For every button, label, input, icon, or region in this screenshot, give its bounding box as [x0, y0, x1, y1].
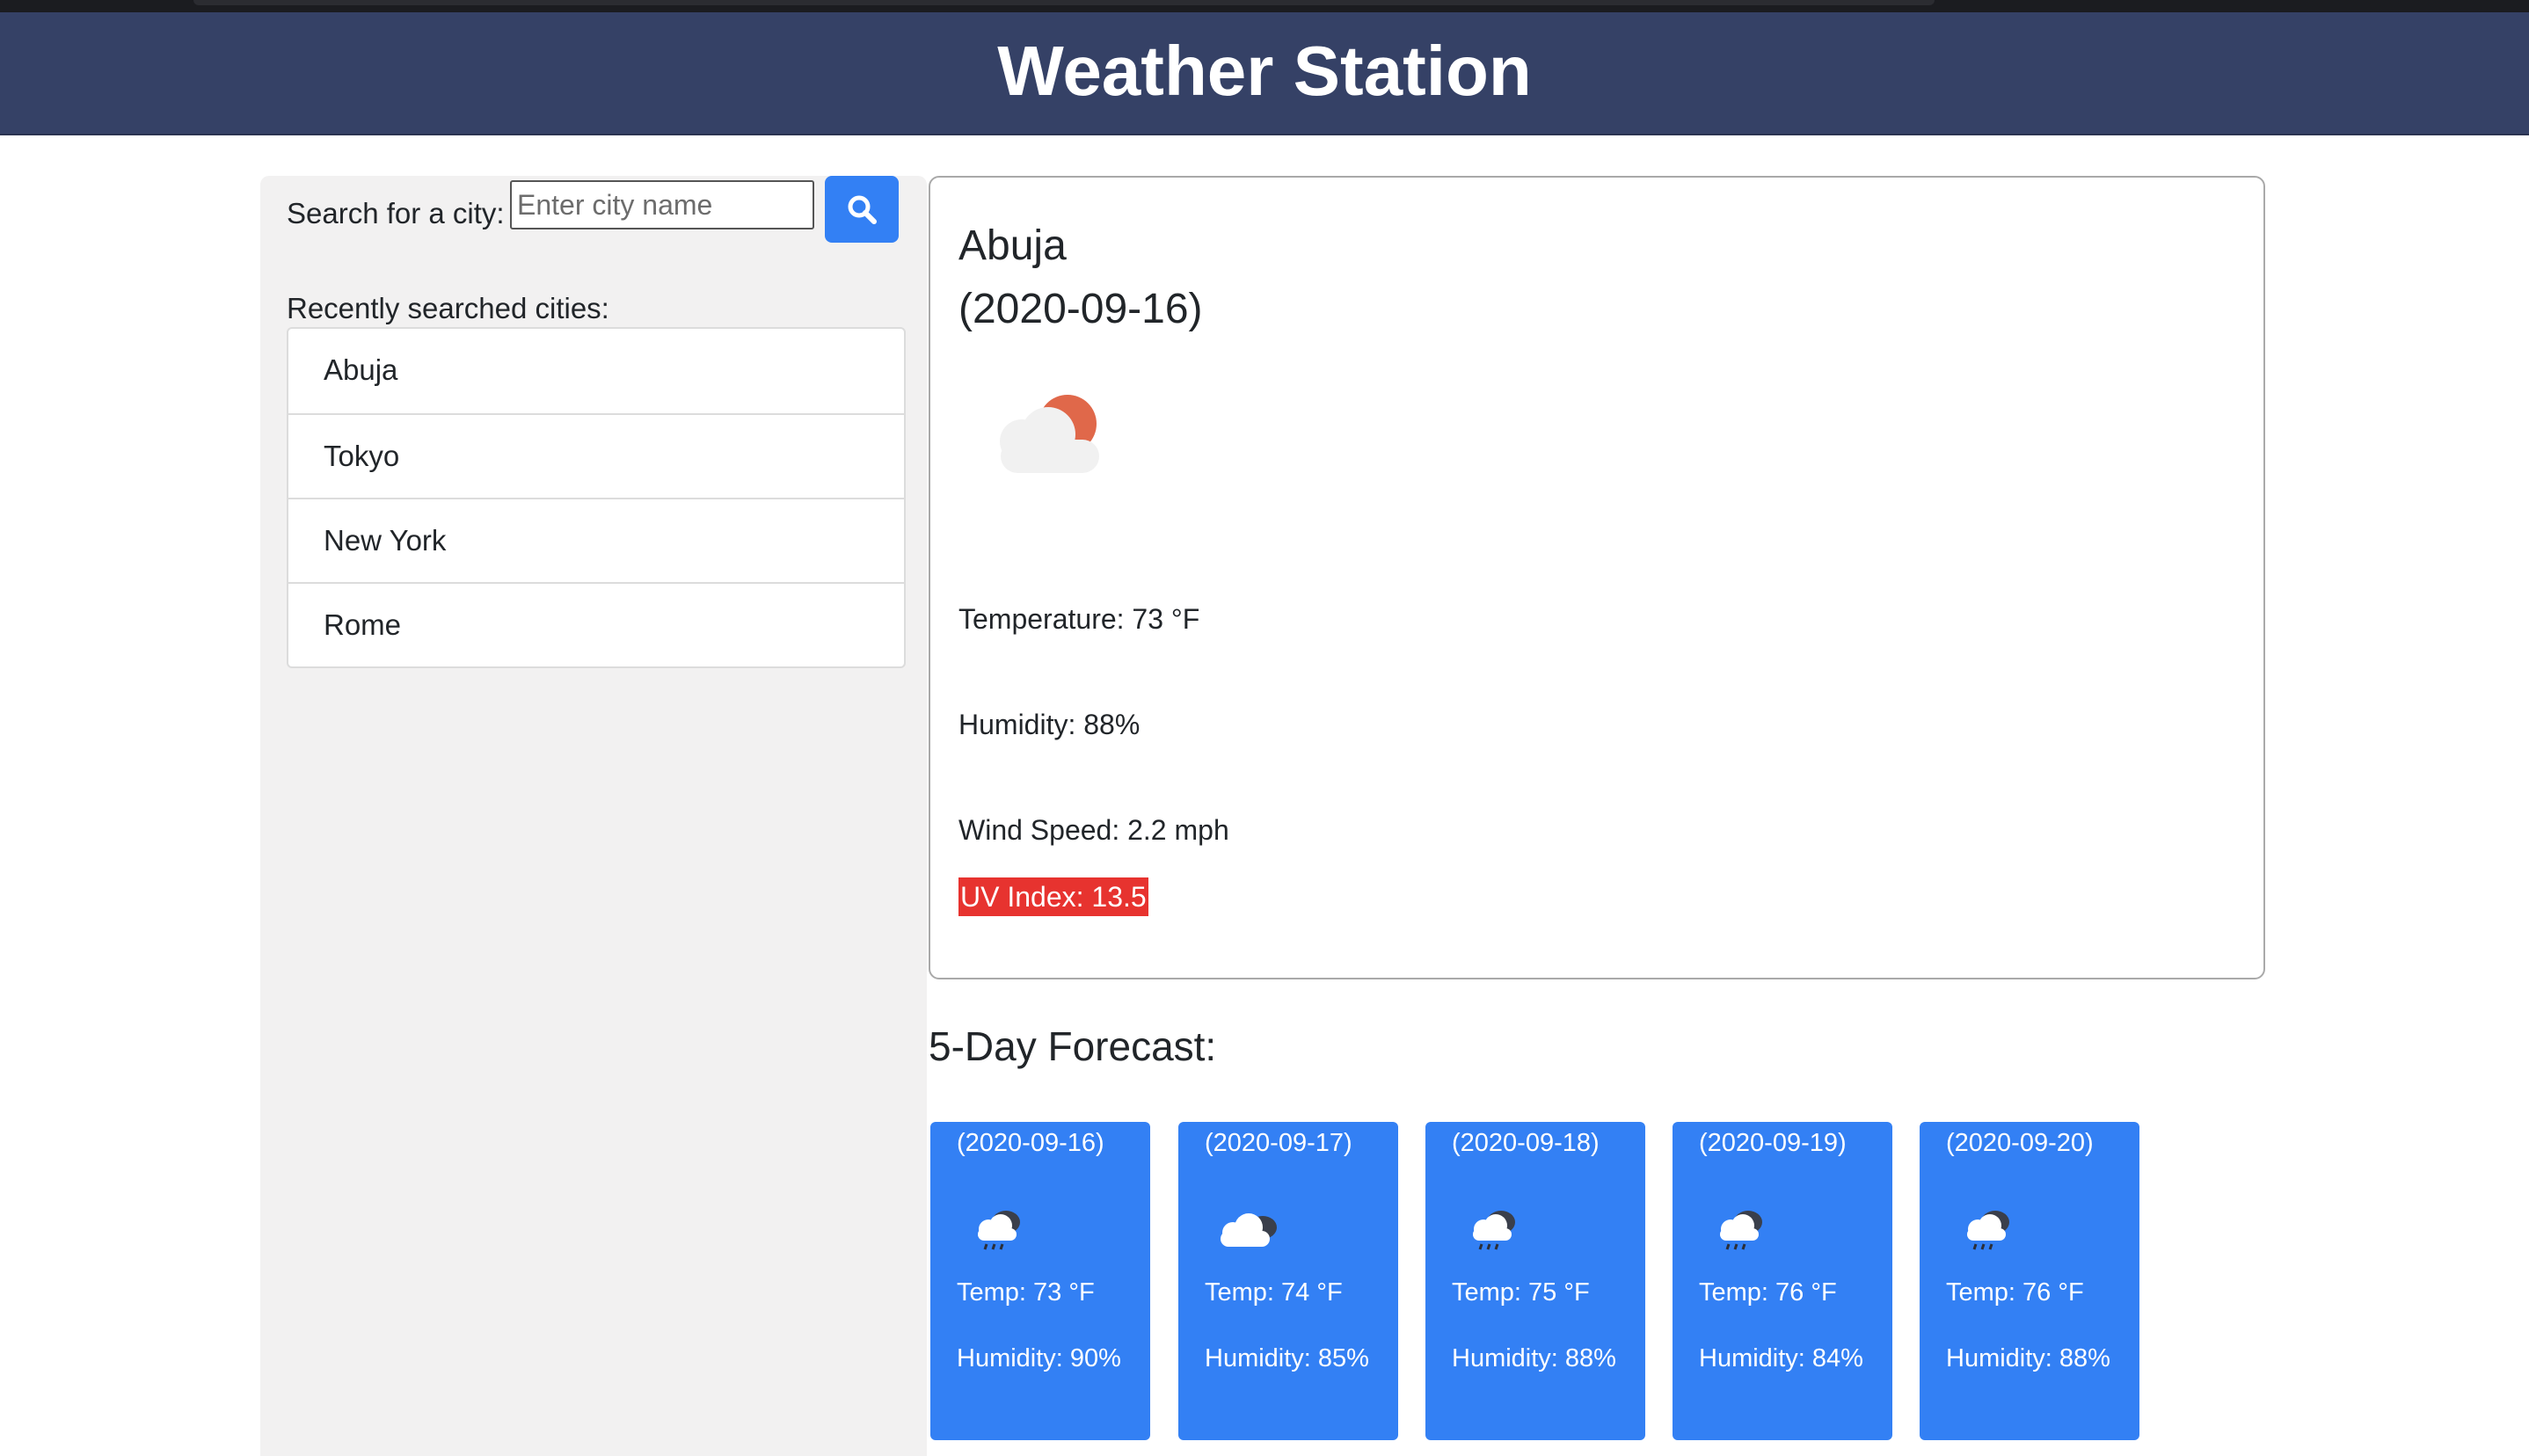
address-bar-edge — [193, 0, 1935, 5]
city-item-tokyo[interactable]: Tokyo — [288, 413, 904, 498]
current-humidity: Humidity: 88% — [958, 709, 1141, 740]
forecast-card: (2020-09-20) Temp: 76 °F Humidity: 88% — [1920, 1122, 2139, 1440]
forecast-title: 5-Day Forecast: — [929, 1023, 1217, 1069]
current-wind-speed: Wind Speed: 2.2 mph — [958, 814, 1229, 846]
cloud-icon — [1221, 1213, 1277, 1247]
forecast-temp: Temp: 76 °F — [1946, 1278, 2084, 1307]
forecast-humidity: Humidity: 88% — [1452, 1344, 1616, 1372]
app-title: Weather Station — [997, 32, 1532, 110]
forecast-card: (2020-09-19) Temp: 76 °F Humidity: 84% — [1673, 1122, 1892, 1440]
search-icon — [848, 195, 877, 224]
forecast-date: (2020-09-17) — [1205, 1129, 1352, 1157]
current-temperature: Temperature: 73 °F — [958, 603, 1200, 635]
uv-index-badge: UV Index: 13.5 — [958, 877, 1148, 916]
current-date: (2020-09-16) — [958, 286, 1203, 332]
recent-cities-label: Recently searched cities: — [287, 292, 609, 324]
forecast-card: (2020-09-16) Temp: 73 °F Humidity: 90% — [930, 1122, 1150, 1440]
forecast-humidity: Humidity: 84% — [1699, 1344, 1863, 1372]
city-item-abuja[interactable]: Abuja — [288, 329, 904, 413]
current-city: Abuja — [958, 222, 1067, 269]
forecast-temp: Temp: 74 °F — [1205, 1278, 1343, 1307]
forecast-card: (2020-09-18) Temp: 75 °F Humidity: 88% — [1425, 1122, 1645, 1440]
search-button[interactable] — [825, 176, 899, 243]
forecast-humidity: Humidity: 90% — [957, 1344, 1121, 1372]
rain-cloud-icon — [1720, 1211, 1762, 1250]
window-top-strip — [0, 0, 2529, 12]
forecast-date: (2020-09-20) — [1946, 1129, 2094, 1157]
forecast-temp: Temp: 76 °F — [1699, 1278, 1837, 1307]
partly-cloudy-icon — [1000, 395, 1099, 473]
city-item-new-york[interactable]: New York — [288, 498, 904, 582]
forecast-card: (2020-09-17) Temp: 74 °F Humidity: 85% — [1178, 1122, 1398, 1440]
forecast-humidity: Humidity: 88% — [1946, 1344, 2110, 1372]
search-input[interactable] — [510, 180, 814, 229]
app-header: Weather Station — [0, 12, 2529, 135]
forecast-date: (2020-09-16) — [957, 1129, 1104, 1157]
recent-cities-list: Abuja Tokyo New York Rome — [287, 327, 906, 668]
rain-cloud-icon — [1473, 1211, 1515, 1250]
search-label: Search for a city: — [287, 197, 505, 229]
current-weather-card: Abuja (2020-09-16) Temperature: 73 °F Hu… — [929, 176, 2265, 979]
rain-cloud-icon — [978, 1211, 1020, 1250]
forecast-date: (2020-09-19) — [1699, 1129, 1847, 1157]
forecast-humidity: Humidity: 85% — [1205, 1344, 1369, 1372]
rain-cloud-icon — [1967, 1211, 2009, 1250]
forecast-date: (2020-09-18) — [1452, 1129, 1600, 1157]
forecast-temp: Temp: 73 °F — [957, 1278, 1095, 1307]
city-item-rome[interactable]: Rome — [288, 582, 904, 666]
forecast-temp: Temp: 75 °F — [1452, 1278, 1590, 1307]
sidebar: Search for a city: Recently searched cit… — [260, 176, 927, 1456]
